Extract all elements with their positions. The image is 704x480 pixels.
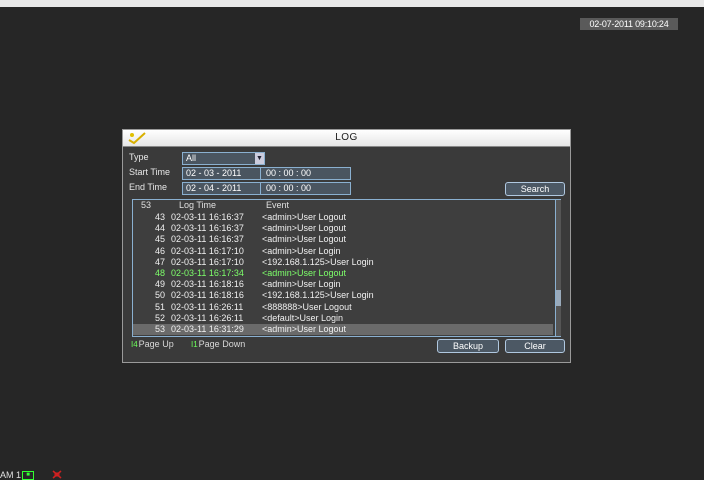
top-bar — [0, 0, 704, 7]
log-row-event: <192.168.1.125>User Login — [262, 256, 374, 267]
list-header: 53 Log Time Event — [133, 200, 560, 211]
log-row-time: 02-03-11 16:18:16 — [171, 279, 244, 290]
backup-button[interactable]: Backup — [437, 339, 499, 353]
log-row-number: 51 — [154, 301, 165, 312]
log-row-time: 02-03-11 16:16:37 — [171, 234, 244, 245]
log-row-time: 02-03-11 16:18:16 — [171, 290, 244, 301]
log-row-event: <admin>User Logout — [262, 223, 347, 234]
log-dialog: LOG Type All ▼ Start Time 02 - 03 - 2011… — [122, 129, 571, 363]
log-row-number: 49 — [154, 279, 165, 290]
start-time-value[interactable]: 00 : 00 : 00 — [266, 168, 311, 179]
log-row-time: 02-03-11 16:31:29 — [171, 324, 244, 334]
alarm-icon — [52, 470, 62, 479]
dialog-title: LOG — [335, 132, 358, 143]
type-select[interactable]: All ▼ — [182, 152, 265, 165]
log-row-event: <192.168.1.125>User Login — [262, 290, 374, 301]
log-row-event: <default>User Login — [262, 312, 344, 323]
log-row-time: 02-03-11 16:16:37 — [171, 223, 244, 234]
log-row[interactable]: 45 02-03-11 16:16:37 <admin>User Logout — [133, 234, 553, 245]
page-up-label: Page Up — [138, 339, 174, 349]
log-row[interactable]: 49 02-03-11 16:18:16 <admin>User Login — [133, 279, 553, 290]
channel-label: AM 1 — [0, 470, 22, 480]
log-row-event: <admin>User Login — [262, 245, 341, 256]
log-row-number: 45 — [154, 234, 165, 245]
log-row-time: 02-03-11 16:17:10 — [171, 245, 244, 256]
log-row-time: 02-03-11 16:17:10 — [171, 256, 244, 267]
log-row[interactable]: 47 02-03-11 16:17:10 <192.168.1.125>User L… — [133, 257, 553, 268]
log-row[interactable]: 52 02-03-11 16:26:11 <default>User Login — [133, 313, 553, 324]
log-row[interactable]: 51 02-03-11 16:26:11 <888888>User Logout — [133, 302, 553, 313]
page-down-hint: I1Page Down — [191, 339, 245, 350]
start-date-value[interactable]: 02 - 03 - 2011 — [186, 168, 241, 178]
log-row-event: <admin>User Logout — [262, 268, 347, 278]
column-log-time: Log Time — [179, 200, 217, 210]
column-event: Event — [266, 200, 290, 210]
record-count: 53 — [141, 200, 152, 210]
list-scrollbar[interactable] — [555, 200, 561, 336]
clear-button[interactable]: Clear — [505, 339, 565, 353]
page-up-hint: I4Page Up — [131, 339, 174, 350]
log-row[interactable]: 53 02-03-11 16:31:29 <admin>User Logout — [133, 324, 553, 335]
log-row[interactable]: 48 02-03-11 16:17:34 <admin>User Logout — [133, 268, 553, 279]
start-time-label: Start Time — [129, 167, 171, 177]
log-row-time: 02-03-11 16:16:37 — [171, 212, 244, 222]
log-row-number: 46 — [154, 245, 165, 256]
log-row-time: 02-03-11 16:17:34 — [171, 268, 244, 278]
log-row-number: 52 — [154, 312, 165, 323]
dialog-titlebar: LOG — [123, 130, 570, 147]
scrollbar-thumb[interactable] — [556, 290, 561, 306]
log-row-time: 02-03-11 16:26:11 — [171, 301, 244, 312]
log-row-number: 50 — [154, 290, 165, 301]
end-time-value[interactable]: 00 : 00 : 00 — [266, 183, 311, 194]
log-row-event: <admin>User Login — [262, 279, 341, 290]
channel-status: AM 1 ■ — [0, 470, 35, 480]
log-row[interactable]: 50 02-03-11 16:18:16 <192.168.1.125>User L… — [133, 290, 553, 301]
record-icon: ■ — [22, 471, 35, 480]
log-list[interactable]: 53 Log Time Event 43 02-03-11 16:16:37 <ad… — [132, 199, 561, 337]
start-time-field[interactable]: 02 - 03 - 2011 00 : 00 : 00 — [182, 167, 351, 180]
system-clock: 02-07-2011 09:10:24 — [580, 18, 678, 30]
end-time-label: End Time — [129, 182, 168, 192]
log-row-event: <admin>User Logout — [262, 212, 347, 222]
log-row-number: 44 — [154, 223, 165, 234]
log-row[interactable]: 43 02-03-11 16:16:37 <admin>User Logout — [133, 212, 553, 223]
type-label: Type — [129, 152, 149, 162]
log-row-number: 47 — [154, 256, 165, 267]
search-button[interactable]: Search — [505, 182, 565, 196]
end-date-value[interactable]: 02 - 04 - 2011 — [186, 183, 241, 193]
chevron-down-icon[interactable]: ▼ — [255, 153, 264, 164]
log-row[interactable]: 44 02-03-11 16:16:37 <admin>User Logout — [133, 223, 553, 234]
log-row-number: 53 — [154, 324, 165, 334]
log-row-event: <888888>User Logout — [262, 301, 352, 312]
end-time-field[interactable]: 02 - 04 - 2011 00 : 00 : 00 — [182, 182, 351, 195]
log-row-event: <admin>User Logout — [262, 324, 347, 334]
type-select-value: All — [186, 153, 197, 163]
page-down-key: I1 — [191, 340, 198, 349]
page-up-key: I4 — [131, 340, 138, 349]
log-row[interactable]: 46 02-03-11 16:17:10 <admin>User Login — [133, 246, 553, 257]
log-row-time: 02-03-11 16:26:11 — [171, 312, 244, 323]
page-down-label: Page Down — [198, 339, 246, 349]
log-row-number: 43 — [154, 212, 165, 222]
log-row-number: 48 — [154, 268, 165, 278]
log-row-event: <admin>User Logout — [262, 234, 347, 245]
